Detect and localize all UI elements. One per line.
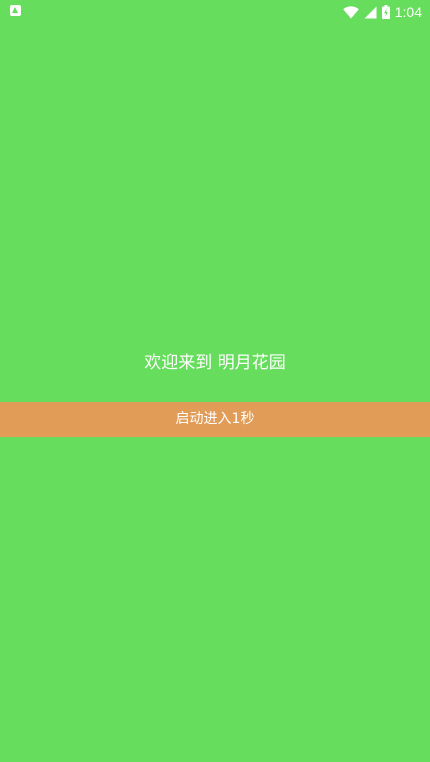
welcome-text: 欢迎来到 明月花园 [144, 353, 286, 373]
status-icons: 1:04 [342, 2, 422, 22]
wifi-icon [342, 5, 359, 19]
cell-signal-icon [364, 6, 377, 18]
status-time: 1:04 [394, 4, 422, 20]
enter-countdown-button[interactable]: 启动进入1秒 [0, 402, 430, 437]
notification-a-icon [10, 5, 21, 16]
status-bar: 1:04 [0, 0, 430, 24]
battery-charging-icon [381, 5, 390, 19]
